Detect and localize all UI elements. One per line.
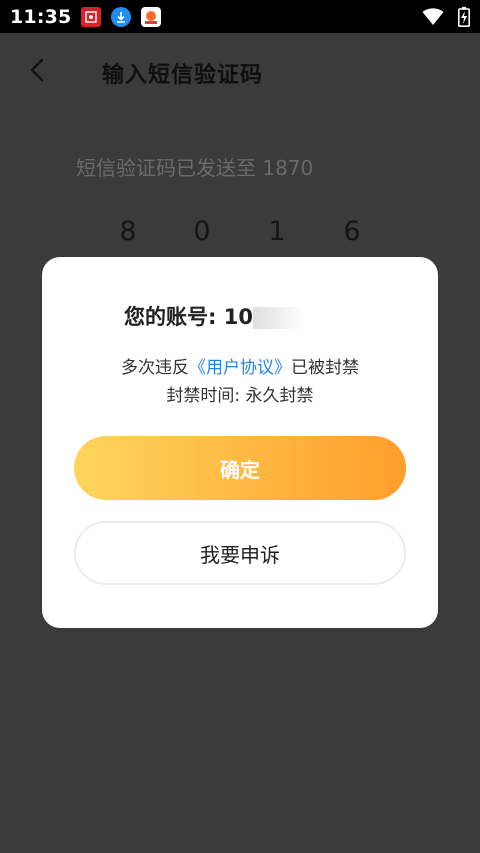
account-number: 10 bbox=[223, 305, 253, 329]
status-bar: 11:35 bbox=[0, 0, 480, 33]
code-input-row[interactable]: 8 0 1 6 bbox=[0, 216, 480, 256]
confirm-button[interactable]: 确定 bbox=[74, 436, 406, 500]
violation-suffix: 已被封禁 bbox=[291, 358, 359, 378]
status-time: 11:35 bbox=[10, 5, 72, 28]
back-arrow-icon[interactable] bbox=[26, 57, 50, 83]
appeal-button[interactable]: 我要申诉 bbox=[74, 521, 406, 585]
red-app-icon bbox=[81, 6, 102, 27]
page-title: 输入短信验证码 bbox=[102, 63, 264, 88]
battery-charging-icon bbox=[458, 6, 470, 27]
top-bar: 输入短信验证码 bbox=[0, 33, 480, 109]
account-label: 您的账号: bbox=[124, 305, 224, 329]
account-mask bbox=[252, 307, 305, 329]
user-agreement-link[interactable]: 《用户协议》 bbox=[189, 358, 291, 378]
screen: 11:35 输入短信验证码 短信验证码已发送至 1870 8 0 1 6 您的账… bbox=[0, 0, 480, 853]
violation-text: 多次违反《用户协议》已被封禁 bbox=[42, 353, 438, 378]
wifi-icon bbox=[422, 7, 444, 25]
ban-time-text: 封禁时间: 永久封禁 bbox=[166, 386, 314, 406]
code-digit: 0 bbox=[193, 216, 211, 247]
account-row: 您的账号: 10 bbox=[124, 301, 305, 331]
code-digit: 8 bbox=[119, 216, 137, 247]
code-digit: 6 bbox=[343, 216, 361, 247]
ban-dialog: 您的账号: 10 多次违反《用户协议》已被封禁 封禁时间: 永久封禁 确定 我要… bbox=[42, 257, 438, 628]
app-icon bbox=[141, 6, 162, 27]
violation-prefix: 多次违反 bbox=[121, 358, 189, 378]
code-digit: 1 bbox=[268, 216, 286, 247]
status-right bbox=[422, 6, 470, 27]
download-icon bbox=[111, 6, 132, 27]
sms-sent-text: 短信验证码已发送至 1870 bbox=[76, 156, 314, 180]
